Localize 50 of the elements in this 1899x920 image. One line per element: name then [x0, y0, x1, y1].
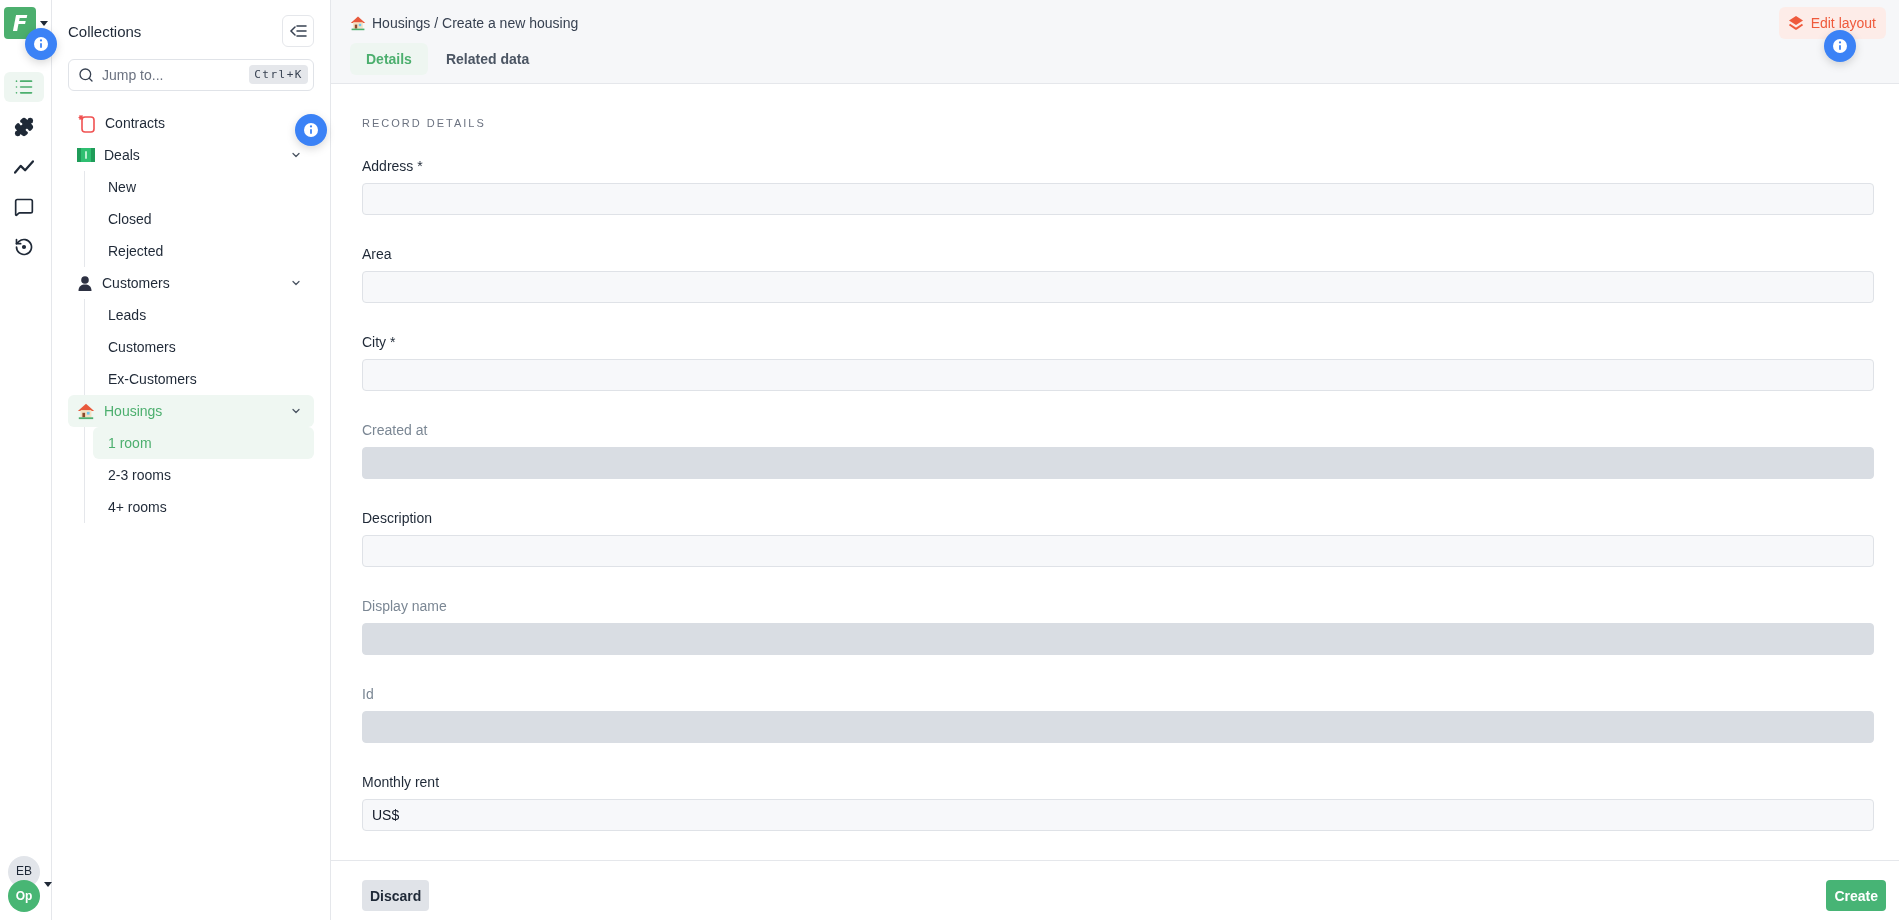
caret-icon[interactable]	[40, 20, 48, 26]
field-label: Display name	[362, 597, 448, 615]
breadcrumb: Housings / Create a new housing	[372, 15, 579, 31]
field-label: Description	[362, 509, 434, 527]
sidebar-subitem[interactable]: 2-3 rooms	[93, 459, 314, 491]
sidebar-item[interactable]: Customers	[68, 267, 314, 299]
sidebar-subitem[interactable]: Ex-Customers	[93, 363, 314, 395]
field-label: Monthly rent	[362, 773, 441, 791]
currency-prefix: US$	[372, 807, 400, 823]
field-label: Id	[362, 685, 375, 703]
info-tooltip[interactable]	[295, 114, 327, 146]
banknote-icon	[77, 147, 95, 163]
person-icon	[77, 275, 93, 291]
search-icon	[78, 67, 94, 83]
section-title: RECORD DETAILS	[362, 117, 487, 129]
house-icon	[350, 15, 366, 31]
caret-icon[interactable]	[44, 881, 52, 887]
history-icon	[14, 237, 34, 257]
info-tooltip[interactable]	[1824, 30, 1856, 62]
sidebar-subitem[interactable]: Closed	[93, 203, 314, 235]
collapse-sidebar-button[interactable]	[282, 15, 314, 47]
sidebar-subitem[interactable]: Rejected	[93, 235, 314, 267]
sidebar-subitem[interactable]: Leads	[93, 299, 314, 331]
shortcut-hint: Ctrl+K	[249, 65, 308, 84]
sidebar-item[interactable]: Deals	[68, 139, 314, 171]
sidebar-subitem[interactable]: 4+ rooms	[93, 491, 314, 523]
input-field[interactable]	[362, 271, 1874, 303]
info-tooltip[interactable]	[25, 28, 57, 60]
field-label: Area	[362, 245, 393, 263]
sidebar-title: Collections	[68, 22, 142, 40]
tab[interactable]: Related data	[429, 43, 546, 75]
house-icon	[77, 402, 95, 420]
puzzle-icon	[14, 117, 34, 137]
list-icon	[14, 77, 34, 97]
sidebar-subitem[interactable]: New	[93, 171, 314, 203]
discard-button[interactable]: Discard	[362, 880, 430, 911]
trend-line-icon	[14, 157, 34, 177]
chat-icon	[14, 197, 34, 217]
field-label: Created at	[362, 421, 429, 439]
input-field[interactable]	[362, 183, 1874, 215]
field-label: City *	[362, 333, 397, 351]
document-icon	[77, 113, 96, 133]
input-field[interactable]: US$	[362, 799, 1874, 831]
sidebar-subitem[interactable]: Customers	[93, 331, 314, 363]
input-field[interactable]	[362, 535, 1874, 567]
input-field[interactable]	[362, 359, 1874, 391]
layers-icon	[1787, 15, 1804, 31]
sidebar-item[interactable]: Contracts	[68, 107, 314, 139]
collapse-icon	[289, 23, 307, 39]
field-label: Address *	[362, 157, 424, 175]
